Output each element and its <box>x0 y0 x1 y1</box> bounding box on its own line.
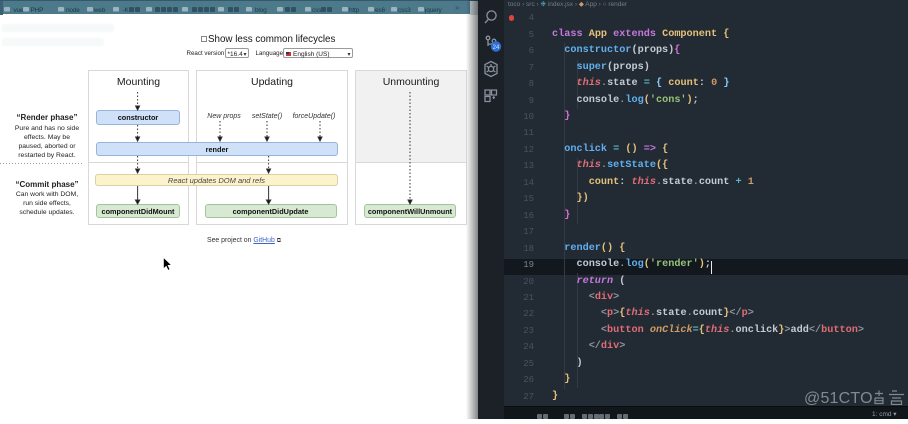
svg-text:24: 24 <box>493 45 500 51</box>
